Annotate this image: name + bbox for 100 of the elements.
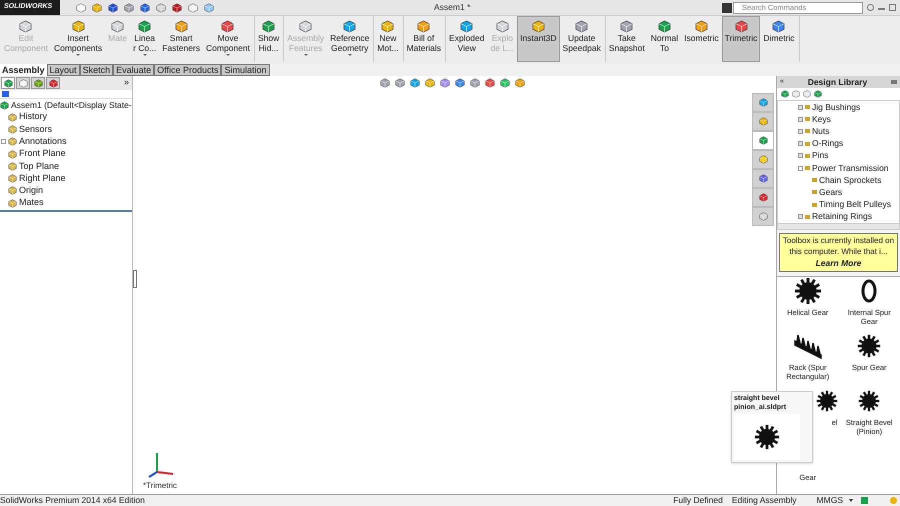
tab[interactable]: Simulation (221, 64, 270, 76)
tool-icon (772, 20, 786, 33)
expand-icon[interactable] (798, 104, 803, 110)
tool-icon (658, 20, 671, 33)
panel-tab[interactable] (31, 77, 45, 89)
tree-item[interactable]: Right Plane (19, 172, 66, 186)
tree-item[interactable]: Front Plane (19, 147, 66, 161)
units-button[interactable]: MMGS (816, 494, 843, 506)
ribbon-button[interactable]: Smart Fasteners (159, 16, 204, 62)
tree-item[interactable]: History (19, 110, 48, 124)
ribbon-button[interactable]: Take Snapshot (606, 16, 648, 62)
ribbon-button[interactable]: Show Hid... (254, 16, 282, 62)
task-pane-tab[interactable] (752, 188, 774, 207)
tool-icon (111, 20, 124, 33)
ribbon-button[interactable]: Exploded View (446, 16, 488, 62)
tree-item[interactable]: Annotations (19, 135, 67, 148)
panel-tab[interactable] (46, 77, 60, 89)
ribbon-button[interactable]: Move Component (203, 16, 253, 62)
tool-icon (460, 20, 474, 33)
edition-text: SolidWorks Premium 2014 x64 Edition (0, 494, 145, 506)
tree-item[interactable]: Assem1 (Default<Display State- (11, 98, 132, 112)
tool-icon (417, 20, 430, 33)
library-folder[interactable]: Chain Sprockets (819, 174, 882, 187)
library-folder[interactable]: Timing Belt Pulleys (819, 198, 891, 211)
caret-icon (142, 54, 147, 56)
expand-icon[interactable] (798, 141, 803, 146)
tool-icon (72, 20, 85, 33)
feature-icon (8, 186, 17, 196)
tree-item[interactable]: Origin (19, 184, 44, 198)
feature-icon (8, 162, 17, 171)
task-pane-tab[interactable] (752, 150, 774, 169)
task-pane-tab[interactable] (752, 169, 774, 188)
ribbon-button[interactable]: Normal To (648, 16, 682, 62)
tab-icon (34, 78, 42, 88)
tool-icon (343, 20, 356, 33)
tool-icon (174, 20, 188, 33)
library-folder[interactable]: Gears (819, 186, 842, 199)
task-pane-tab[interactable] (752, 112, 774, 131)
tree-item[interactable]: Sensors (19, 122, 52, 136)
spur-gear-icon (857, 334, 882, 358)
feature-icon (8, 137, 17, 146)
tree-item[interactable]: Mates (19, 196, 44, 210)
library-folder[interactable]: Retaining Rings (812, 210, 872, 224)
scrollbar[interactable] (778, 223, 899, 229)
tool-icon (620, 20, 634, 33)
library-folder[interactable]: Keys (812, 112, 831, 126)
ribbon-button[interactable]: New Mot... (374, 16, 402, 62)
task-pane-tab[interactable] (752, 131, 774, 150)
tab[interactable]: Office Products (154, 64, 222, 76)
ribbon-button[interactable]: Instant3D (517, 16, 560, 62)
caret-icon (76, 54, 80, 56)
task-pane-tab[interactable] (752, 207, 774, 226)
tool-icon (262, 20, 276, 33)
tab[interactable]: Evaluate (113, 64, 154, 76)
feature-icon (8, 198, 17, 208)
panel-resize-handle[interactable] (133, 270, 137, 288)
tab[interactable]: Assembly (0, 64, 47, 76)
collapse-button[interactable]: » (124, 76, 129, 90)
collapse-icon[interactable] (798, 166, 803, 171)
tab[interactable]: Layout (46, 64, 80, 76)
ribbon-button[interactable]: Update Speedpak (560, 16, 604, 62)
library-folder[interactable]: Jig Bushings (812, 101, 860, 114)
library-folder[interactable]: Pins (812, 149, 829, 162)
task-pane-tab[interactable] (752, 93, 774, 112)
panel-tab[interactable] (1, 77, 15, 89)
task-icon (758, 212, 768, 221)
panel-tab[interactable] (16, 77, 30, 89)
bevel-gear-icon (754, 424, 780, 450)
ribbon-button[interactable]: Reference Geometry (327, 16, 372, 62)
ribbon-button[interactable]: Dimetric (760, 16, 798, 62)
caret-icon (304, 54, 308, 56)
feature-icon (8, 174, 17, 184)
help-icon[interactable] (867, 4, 874, 11)
tree-item[interactable]: Top Plane (19, 160, 60, 174)
ribbon-button[interactable]: Insert Components (50, 16, 106, 62)
tool-icon (694, 20, 708, 33)
window-title: Assem1 * (434, 1, 470, 14)
ribbon-button[interactable]: Trimetric (722, 16, 760, 62)
tool-icon (496, 20, 509, 33)
ribbon-button[interactable]: Isometric (681, 16, 722, 62)
expand-icon[interactable] (1, 139, 6, 144)
library-folder[interactable]: Power Transmission (812, 162, 889, 174)
tool-icon (734, 20, 748, 33)
tab[interactable]: Sketch (80, 64, 114, 76)
tool-icon (19, 20, 32, 33)
expand-icon[interactable] (798, 214, 803, 220)
library-folder[interactable]: O-Rings (812, 137, 844, 150)
tool-icon (575, 20, 588, 33)
expand-icon[interactable] (798, 153, 803, 158)
library-folder[interactable]: Nuts (812, 125, 830, 138)
ribbon-button[interactable]: Bill of Materials (404, 16, 444, 62)
rack-icon (792, 333, 823, 360)
restore-icon[interactable] (889, 4, 896, 11)
learn-more-link[interactable]: Learn More (816, 257, 862, 270)
task-icon (758, 155, 768, 164)
expand-icon[interactable] (798, 128, 803, 134)
caret-icon (226, 54, 230, 56)
ribbon-button[interactable]: Linea r Co... (130, 16, 160, 62)
caret-icon[interactable] (849, 499, 853, 502)
expand-icon[interactable] (798, 116, 803, 122)
